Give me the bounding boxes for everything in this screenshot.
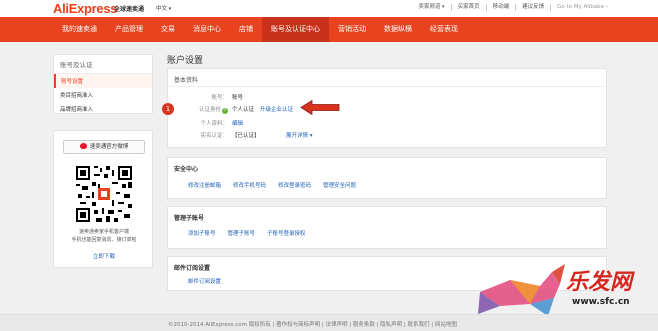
nav-messages[interactable]: 消息中心 xyxy=(184,17,230,42)
qr-caption-line1: 速卖通卖家手机客户端 xyxy=(78,229,129,235)
subaccount-card: 管理子账号 添加子账号 管理子账号 子账号登录授权 xyxy=(167,206,607,249)
sidebar-title: 账号及认证 xyxy=(54,55,152,74)
security-card: 安全中心 修改注册邮箱 修改手机号码 修改登录密码 管理安全问题 xyxy=(167,157,607,199)
nav-account-auth[interactable]: 账号及认证中心 xyxy=(262,17,329,42)
nav-performance[interactable]: 经营表现 xyxy=(421,17,467,42)
watermark-url: www.sfc.cn xyxy=(572,297,630,307)
footer: ©2010-2014 AliExpress.com 版权所有 | 著作权与商标声… xyxy=(0,314,658,331)
expand-details-label: 展开详情 xyxy=(286,133,309,139)
sidebar-item-brand-access[interactable]: 品牌招商准入 xyxy=(54,102,152,116)
top-link-mobile[interactable]: 移动端 xyxy=(487,4,517,11)
download-link[interactable]: 立即下载 xyxy=(54,252,154,260)
weibo-icon xyxy=(79,143,87,149)
nav-products[interactable]: 产品管理 xyxy=(106,17,152,42)
qr-code-icon xyxy=(76,166,132,222)
auth-label: 认证身份? xyxy=(174,105,228,114)
upgrade-enterprise-link[interactable]: 升级企业认证 xyxy=(260,105,293,113)
expand-details-link[interactable]: 展开详情 ▾ xyxy=(286,131,313,139)
auth-label-text: 认证身份 xyxy=(198,107,221,113)
nav-trade[interactable]: 交易 xyxy=(152,17,184,42)
help-icon[interactable]: ? xyxy=(222,108,228,114)
sidebar-item-account-settings[interactable]: 账号设置 xyxy=(54,74,152,88)
page-title: 账户设置 xyxy=(167,56,204,66)
subaccount-links: 添加子账号 管理子账号 子账号登录授权 xyxy=(188,229,318,237)
weibo-panel: 速卖通官方微博 速卖通卖家手机客户端 手机也能回复消息、接订单啦 立即下载 xyxy=(53,130,153,268)
left-arrow-icon xyxy=(300,100,340,115)
subaccount-login-auth-link[interactable]: 子账号登录授权 xyxy=(267,229,306,237)
change-password-link[interactable]: 修改登录密码 xyxy=(278,181,311,189)
change-phone-link[interactable]: 修改手机号码 xyxy=(233,181,266,189)
security-title: 安全中心 xyxy=(174,166,199,173)
nav-data[interactable]: 数据纵横 xyxy=(375,17,421,42)
account-value: 账号 xyxy=(232,95,244,101)
mail-subscription-link[interactable]: 邮件订阅设置 xyxy=(188,277,221,285)
top-link-my-alibaba[interactable]: Go to My Alibaba xyxy=(551,4,614,11)
qr-caption-line2: 手机也能回复消息、接订单啦 xyxy=(71,237,137,243)
mail-subscription-title: 邮件订阅设置 xyxy=(174,265,211,272)
subaccount-title: 管理子账号 xyxy=(174,215,205,222)
realname-label: 实名认证： xyxy=(200,133,228,139)
security-links: 修改注册邮箱 修改手机号码 修改登录密码 管理安全问题 xyxy=(188,181,368,189)
main-nav: 我的速卖通 产品管理 交易 消息中心 店铺 账号及认证中心 营销活动 数据纵横 … xyxy=(0,17,658,42)
mail-links: 邮件订阅设置 xyxy=(188,277,233,285)
account-label: 账号： xyxy=(211,95,228,101)
nav-my-aliexpress[interactable]: 我的速卖通 xyxy=(53,17,106,42)
divider xyxy=(168,86,606,87)
nav-store[interactable]: 店铺 xyxy=(230,17,262,42)
watermark-text: 乐发网 xyxy=(566,269,633,295)
language-selector[interactable]: 中文 xyxy=(156,4,171,12)
add-subaccount-link[interactable]: 添加子账号 xyxy=(188,229,216,237)
aliexpress-logo[interactable]: AliExpress xyxy=(53,1,118,16)
top-bar: AliExpress 全球速卖通 中文 卖家频道 买家首页 移动端 建议反馈 G… xyxy=(0,0,658,17)
basic-info-card: 基本资料 账号： 账号 认证身份? 个人认证 升级企业认证 个人资料： 编辑 实… xyxy=(167,68,607,148)
top-links: 卖家频道 买家首页 移动端 建议反馈 Go to My Alibaba xyxy=(412,4,614,11)
manage-subaccount-link[interactable]: 管理子账号 xyxy=(228,229,256,237)
realname-value: 【已认证】 xyxy=(232,133,260,139)
logo-subtitle: 全球速卖通 xyxy=(114,6,145,13)
weibo-button[interactable]: 速卖通官方微博 xyxy=(63,140,145,154)
footer-text: ©2010-2014 AliExpress.com 版权所有 | 著作权与商标声… xyxy=(168,322,457,328)
personal-label: 个人资料： xyxy=(200,121,228,127)
weibo-button-label: 速卖通官方微博 xyxy=(89,144,129,150)
sidebar: 账号及认证 账号设置 类目招商准入 品牌招商准入 xyxy=(53,54,153,114)
change-email-link[interactable]: 修改注册邮箱 xyxy=(188,181,221,189)
auth-value: 个人认证 xyxy=(232,107,255,113)
step-badge: 1 xyxy=(162,103,174,115)
top-link-buyer-home[interactable]: 买家首页 xyxy=(452,4,487,11)
chevron-down-icon: ▾ xyxy=(309,133,313,139)
top-link-feedback[interactable]: 建议反馈 xyxy=(516,4,552,11)
top-link-seller-channel[interactable]: 卖家频道 xyxy=(412,4,452,11)
sidebar-item-category-access[interactable]: 类目招商准入 xyxy=(54,88,152,102)
basic-info-title: 基本资料 xyxy=(174,77,199,84)
edit-profile-link[interactable]: 编辑 xyxy=(232,119,243,127)
nav-marketing[interactable]: 营销活动 xyxy=(329,17,375,42)
manage-security-questions-link[interactable]: 管理安全问题 xyxy=(323,181,356,189)
